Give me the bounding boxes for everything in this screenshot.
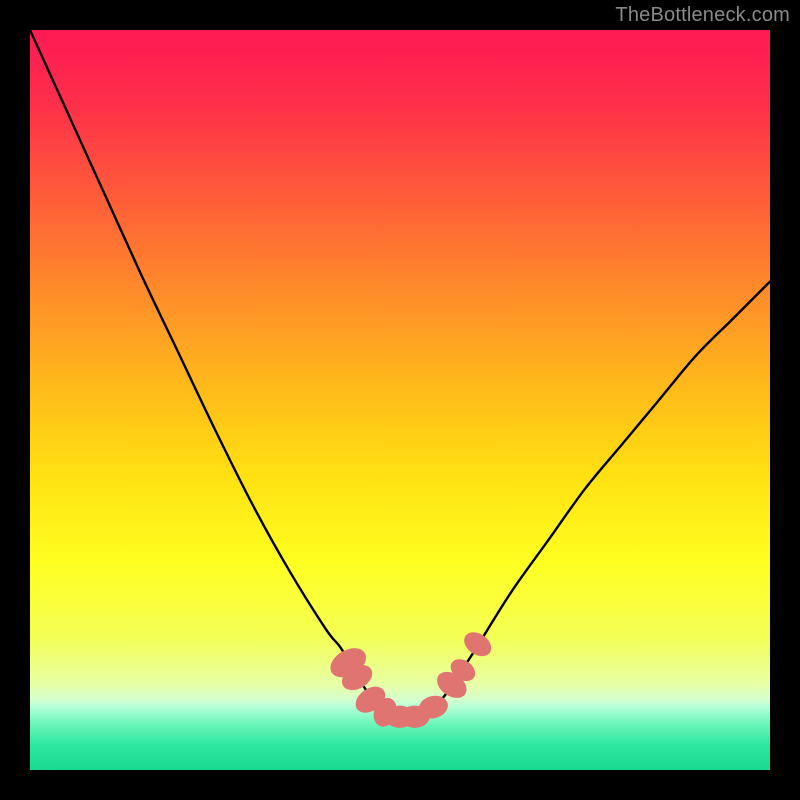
chart-stage: TheBottleneck.com (0, 0, 800, 800)
watermark-text: TheBottleneck.com (615, 4, 790, 27)
chart-svg (30, 30, 770, 770)
plot-area (30, 30, 770, 770)
